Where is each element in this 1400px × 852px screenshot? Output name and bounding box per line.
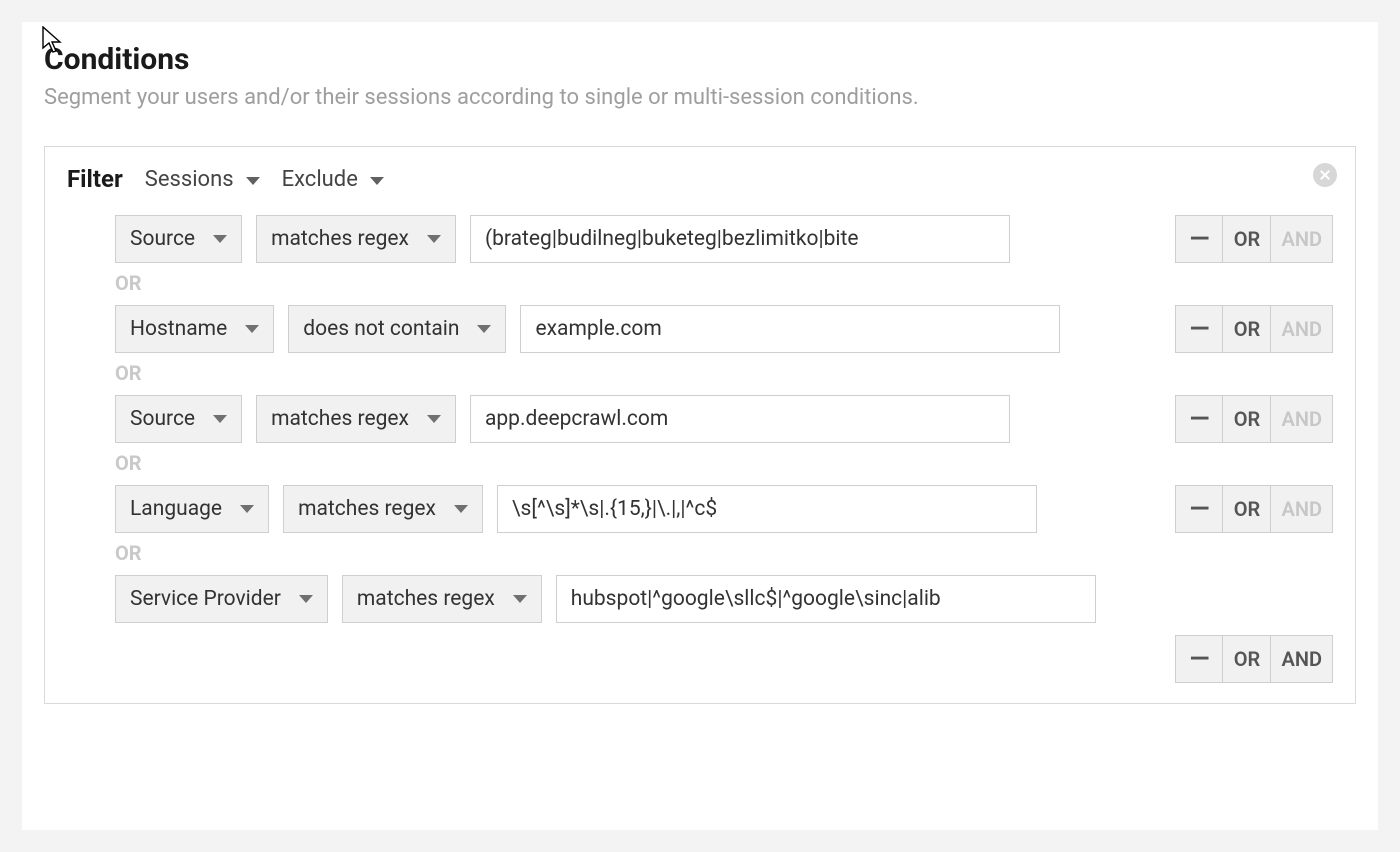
or-button[interactable]: OR [1223,305,1271,353]
mode-select-label: Exclude [282,167,358,192]
and-button[interactable]: AND [1271,635,1333,683]
filter-header: Filter Sessions Exclude [67,165,1333,193]
chevron-down-icon [454,505,468,513]
dimension-select[interactable]: Service Provider [115,575,328,623]
and-button: AND [1271,485,1333,533]
row-action-strip: —ORAND [1175,395,1333,443]
chevron-down-icon [513,595,527,603]
value-input[interactable] [520,305,1060,353]
remove-condition-button[interactable]: — [1175,215,1223,263]
trailing-action-strip: —ORAND [115,635,1333,683]
chevron-down-icon [477,325,491,333]
page-subtitle: Segment your users and/or their sessions… [44,85,1356,110]
or-separator: OR [115,541,1333,565]
dimension-select[interactable]: Language [115,485,269,533]
and-button: AND [1271,305,1333,353]
condition-row: Service Provider matches regex [115,575,1333,623]
or-button[interactable]: OR [1223,485,1271,533]
chevron-down-icon [370,177,384,185]
close-icon[interactable] [1313,163,1337,187]
remove-condition-button[interactable]: — [1175,305,1223,353]
dimension-select[interactable]: Source [115,395,242,443]
scope-select-label: Sessions [145,167,234,192]
chevron-down-icon [427,235,441,243]
operator-label: matches regex [271,227,409,251]
chevron-down-icon [213,415,227,423]
remove-condition-button[interactable]: — [1175,635,1223,683]
or-button[interactable]: OR [1223,395,1271,443]
chevron-down-icon [245,325,259,333]
dimension-select[interactable]: Source [115,215,242,263]
and-button: AND [1271,215,1333,263]
and-button: AND [1271,395,1333,443]
dimension-label: Hostname [130,317,227,341]
chevron-down-icon [213,235,227,243]
value-input[interactable] [497,485,1037,533]
or-separator: OR [115,451,1333,475]
conditions-panel: Conditions Segment your users and/or the… [22,22,1378,830]
condition-row: Hostname does not contain —ORAND [115,305,1333,353]
dimension-label: Language [130,497,222,521]
or-separator: OR [115,271,1333,295]
remove-condition-button[interactable]: — [1175,395,1223,443]
value-input[interactable] [470,215,1010,263]
or-button[interactable]: OR [1223,635,1271,683]
operator-select[interactable]: matches regex [283,485,483,533]
operator-select[interactable]: matches regex [256,395,456,443]
operator-label: matches regex [357,587,495,611]
chevron-down-icon [246,177,260,185]
condition-row: Source matches regex —ORAND [115,215,1333,263]
operator-label: matches regex [271,407,409,431]
operator-label: does not contain [303,317,459,341]
row-action-strip: —ORAND [1175,215,1333,263]
row-action-strip: —ORAND [1175,635,1333,683]
value-input[interactable] [556,575,1096,623]
dimension-label: Service Provider [130,587,281,611]
dimension-select[interactable]: Hostname [115,305,274,353]
or-separator: OR [115,361,1333,385]
row-action-strip: —ORAND [1175,305,1333,353]
chevron-down-icon [240,505,254,513]
operator-select[interactable]: matches regex [342,575,542,623]
remove-condition-button[interactable]: — [1175,485,1223,533]
row-action-strip: —ORAND [1175,485,1333,533]
operator-select[interactable]: matches regex [256,215,456,263]
dimension-label: Source [130,407,195,431]
condition-row: Language matches regex —ORAND [115,485,1333,533]
condition-row: Source matches regex —ORAND [115,395,1333,443]
value-input[interactable] [470,395,1010,443]
filter-card: Filter Sessions Exclude Source matches re… [44,146,1356,704]
operator-select[interactable]: does not contain [288,305,506,353]
dimension-label: Source [130,227,195,251]
operator-label: matches regex [298,497,436,521]
chevron-down-icon [299,595,313,603]
or-button[interactable]: OR [1223,215,1271,263]
mode-select[interactable]: Exclude [282,167,384,192]
filter-label: Filter [67,165,123,193]
chevron-down-icon [427,415,441,423]
page-title: Conditions [44,42,1356,77]
scope-select[interactable]: Sessions [145,167,260,192]
